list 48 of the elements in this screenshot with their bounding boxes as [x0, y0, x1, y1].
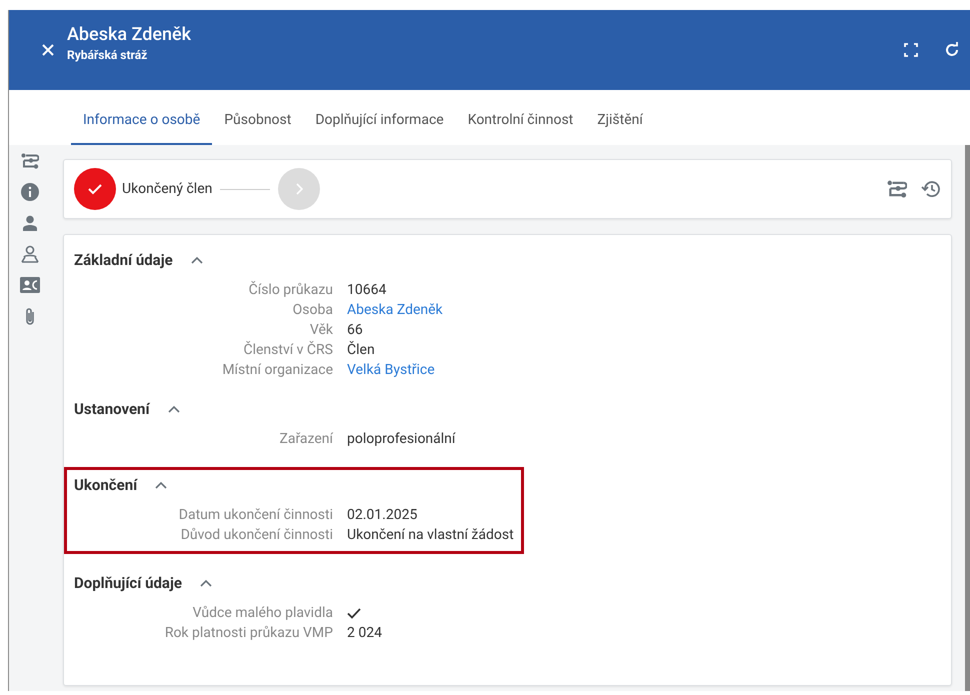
workflow-icon[interactable] [20, 153, 38, 169]
tab[interactable]: Zjištění [585, 90, 655, 145]
history-icon[interactable] [921, 180, 941, 198]
section-title: Základní údaje [74, 251, 173, 269]
field-value: 66 [347, 321, 363, 340]
section-title: Doplňující údaje [74, 574, 182, 592]
field-link[interactable]: Abeska Zdeněk [347, 301, 443, 320]
field-label: Datum ukončení činnosti [178, 506, 333, 525]
field-label: Zařazení [278, 430, 333, 449]
person-location-icon[interactable] [20, 245, 38, 263]
field-label: Rok platnosti průkazu VMP [164, 624, 333, 643]
field-value: Člen [347, 341, 375, 360]
chevron-icon[interactable] [155, 481, 168, 489]
contact-card-icon[interactable] [20, 277, 40, 293]
window-title: Abeska Zdeněk [67, 24, 192, 45]
field-link[interactable]: Velká Bystřice [347, 361, 435, 380]
step-circle[interactable] [74, 168, 116, 210]
person-icon[interactable] [22, 215, 38, 231]
field-label: Číslo průkazu [248, 281, 333, 300]
field-label: Důvod ukončení činnosti [180, 526, 333, 545]
field-value: 02.01.2025 [347, 506, 418, 525]
section-title: Ustanovení [74, 400, 150, 418]
field-label: Vůdce malého plavidla [192, 604, 333, 623]
close-icon [41, 43, 55, 57]
chevron-icon[interactable] [200, 579, 212, 587]
workflow-icon[interactable] [887, 180, 907, 198]
window-subtitle: Rybářská stráž [67, 48, 148, 62]
chevron-icon[interactable] [168, 405, 180, 413]
step-label: Ukončený člen [122, 181, 212, 197]
section-title: Ukončení [74, 476, 138, 494]
field-label: Osoba [292, 301, 333, 320]
chevron-icon[interactable] [190, 256, 203, 264]
field-value: 2 024 [347, 624, 382, 643]
tab[interactable]: Působnost [212, 90, 304, 145]
paperclip-icon[interactable] [24, 307, 36, 327]
step-connector [220, 188, 270, 190]
field-value: Ukončení na vlastní žádost [347, 526, 514, 545]
field-label: Věk [308, 321, 333, 340]
refresh-icon [944, 42, 960, 58]
info-icon[interactable] [20, 183, 38, 201]
tab[interactable]: Kontrolní činnost [456, 90, 586, 145]
field-label: Členství v ČRS [242, 341, 333, 360]
field-value: poloprofesionální [347, 430, 456, 449]
tab[interactable]: Doplňující informace [303, 90, 456, 145]
field-value: 10664 [347, 281, 386, 300]
fullscreen-icon [904, 43, 918, 57]
field-label: Místní organizace [221, 361, 333, 380]
scrollbar[interactable] [965, 145, 970, 691]
